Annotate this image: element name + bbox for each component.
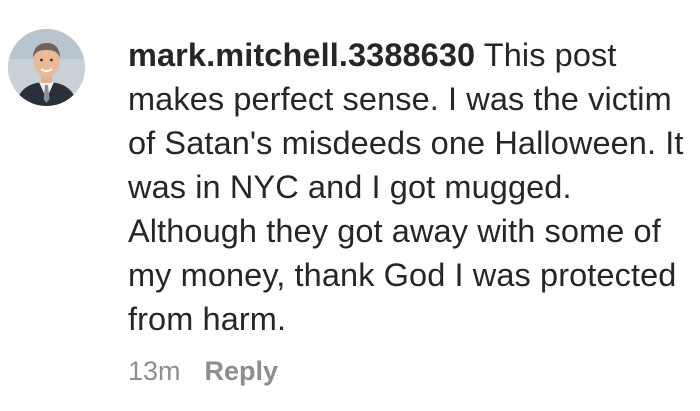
comment: mark.mitchell.3388630 This post makes pe… [0,0,700,411]
profile-photo-icon [8,29,85,106]
comment-meta: 13m Reply [128,356,278,387]
username-link[interactable]: mark.mitchell.3388630 [128,37,475,73]
avatar[interactable] [8,29,85,106]
comment-text: This post makes perfect sense. I was the… [128,37,684,337]
timestamp[interactable]: 13m [128,356,181,387]
reply-button[interactable]: Reply [205,356,279,387]
comment-body: mark.mitchell.3388630 This post makes pe… [128,33,688,341]
